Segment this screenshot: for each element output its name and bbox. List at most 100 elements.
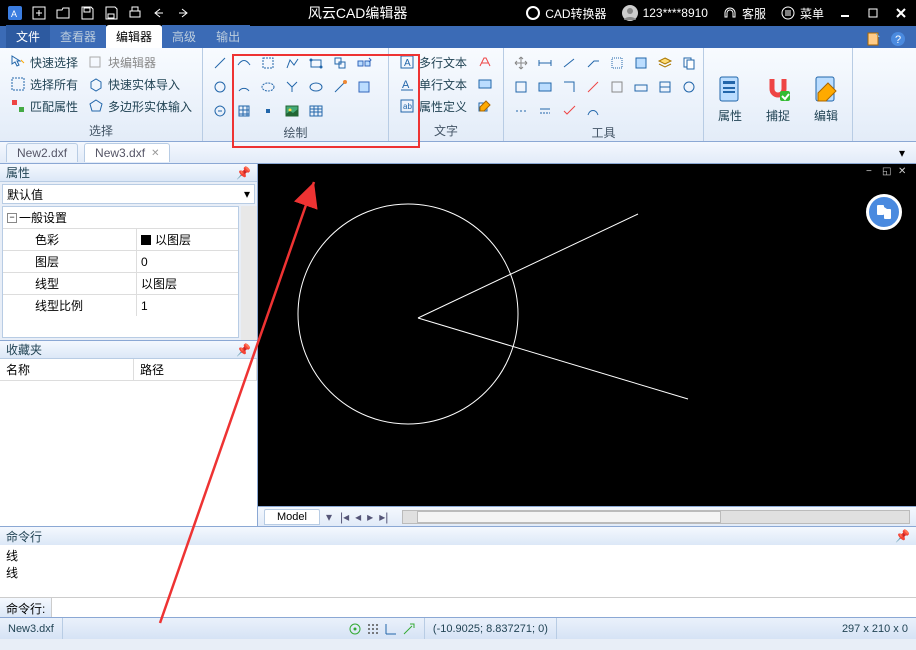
- drawing-canvas[interactable]: − ◱ ✕: [258, 164, 916, 506]
- property-grid[interactable]: −一般设置 色彩以图层 图层0 线型以图层 线型比例1: [2, 206, 239, 338]
- block-editor-button[interactable]: 块编辑器: [84, 52, 196, 72]
- saveas-icon[interactable]: [100, 3, 122, 23]
- block-tool[interactable]: [353, 76, 375, 98]
- tool-g[interactable]: [654, 76, 676, 98]
- polygon-tool[interactable]: [281, 52, 303, 74]
- tool-b[interactable]: [534, 76, 556, 98]
- tool-l[interactable]: [582, 100, 604, 122]
- pan-tool[interactable]: [510, 52, 532, 74]
- fav-col-path[interactable]: 路径: [134, 359, 257, 380]
- select-all-button[interactable]: 选择所有: [6, 74, 82, 94]
- scroll-next-icon[interactable]: ▸: [365, 510, 375, 524]
- chevron-down-icon[interactable]: ▾: [244, 187, 250, 201]
- cad-convert-button[interactable]: CAD转换器: [521, 5, 610, 22]
- tool-a[interactable]: [510, 76, 532, 98]
- open-icon[interactable]: [52, 3, 74, 23]
- stext-button[interactable]: A单行文本: [395, 74, 471, 94]
- redo-icon[interactable]: [172, 3, 194, 23]
- edit-text-button[interactable]: [473, 96, 497, 116]
- close-button[interactable]: [890, 3, 912, 23]
- edit-button[interactable]: 编辑: [804, 52, 848, 141]
- cmd-history[interactable]: 线 线: [0, 545, 916, 597]
- prop-row-ltscale[interactable]: 线型比例1: [3, 294, 238, 316]
- status-snap-icons[interactable]: [340, 618, 425, 639]
- circle-tool[interactable]: [209, 76, 231, 98]
- app-icon[interactable]: A: [4, 3, 26, 23]
- line-tool[interactable]: [209, 52, 231, 74]
- support-button[interactable]: 客服: [718, 5, 770, 22]
- cmd-input[interactable]: [52, 598, 916, 617]
- field-button[interactable]: [473, 74, 497, 94]
- tool-k[interactable]: [558, 100, 580, 122]
- prop-row-linetype[interactable]: 线型以图层: [3, 272, 238, 294]
- undo-icon[interactable]: [148, 3, 170, 23]
- default-combo[interactable]: 默认值▾: [2, 184, 255, 204]
- collapse-icon[interactable]: −: [7, 213, 17, 223]
- dim-aligned-tool[interactable]: [558, 52, 580, 74]
- scroll-first-icon[interactable]: |◂: [338, 510, 351, 524]
- model-tab[interactable]: Model: [264, 509, 320, 525]
- table-tool[interactable]: [305, 100, 327, 122]
- pin-icon[interactable]: 📌: [895, 529, 910, 543]
- quick-select-button[interactable]: 快速选择: [6, 52, 82, 72]
- tool-i[interactable]: [510, 100, 532, 122]
- menu-button[interactable]: 菜单: [776, 5, 828, 22]
- scroll-last-icon[interactable]: ▸|: [377, 510, 390, 524]
- cad-badge-icon[interactable]: [866, 194, 902, 230]
- dim-radius-tool[interactable]: [606, 52, 628, 74]
- ellipse-tool[interactable]: [257, 76, 279, 98]
- canvas-hscrollbar[interactable]: [402, 510, 910, 524]
- tab-viewer[interactable]: 查看器: [50, 25, 106, 48]
- pin-icon[interactable]: 📌: [236, 343, 251, 357]
- tab-scroll-dropdown[interactable]: ▾: [326, 510, 332, 524]
- window-tool[interactable]: [630, 52, 652, 74]
- minimize-button[interactable]: [834, 3, 856, 23]
- move-tool[interactable]: [329, 52, 351, 74]
- tab-file[interactable]: 文件: [6, 25, 50, 48]
- tab-editor[interactable]: 编辑器: [106, 25, 162, 48]
- revision-cloud-tool[interactable]: [209, 100, 231, 122]
- tab-advanced[interactable]: 高级: [162, 25, 206, 48]
- style-icon[interactable]: [864, 30, 884, 48]
- solid-import-button[interactable]: 快速实体导入: [84, 74, 196, 94]
- tool-e[interactable]: [606, 76, 628, 98]
- props-scrollbar[interactable]: [241, 206, 257, 340]
- mtext-button[interactable]: A多行文本: [395, 52, 471, 72]
- tool-d[interactable]: [582, 76, 604, 98]
- category-row[interactable]: −一般设置: [3, 207, 238, 228]
- polyline-tool[interactable]: [257, 52, 279, 74]
- tool-j[interactable]: [534, 100, 556, 122]
- hatch-tool[interactable]: [233, 100, 255, 122]
- new-icon[interactable]: [28, 3, 50, 23]
- prop-row-layer[interactable]: 图层0: [3, 250, 238, 272]
- maximize-button[interactable]: [862, 3, 884, 23]
- point-tool[interactable]: [257, 100, 279, 122]
- tool-h[interactable]: [678, 76, 700, 98]
- copy-tool[interactable]: [678, 52, 700, 74]
- doctabs-dropdown[interactable]: ▾: [894, 145, 910, 161]
- user-button[interactable]: 123****8910: [617, 4, 712, 22]
- doc-tab-2[interactable]: New3.dxf✕: [84, 143, 170, 162]
- leader-tool[interactable]: [582, 52, 604, 74]
- dim-linear-tool[interactable]: [534, 52, 556, 74]
- fav-body[interactable]: [0, 381, 257, 526]
- ray-tool[interactable]: [329, 76, 351, 98]
- fav-col-name[interactable]: 名称: [0, 359, 134, 380]
- snap-button[interactable]: 捕捉: [756, 52, 800, 141]
- arc-tool[interactable]: [233, 76, 255, 98]
- prop-row-color[interactable]: 色彩以图层: [3, 228, 238, 250]
- construction-line-tool[interactable]: [233, 52, 255, 74]
- ellipse-arc-tool[interactable]: [305, 76, 327, 98]
- attdef-button[interactable]: ab属性定义: [395, 96, 471, 116]
- array-tool[interactable]: [353, 52, 375, 74]
- match-props-button[interactable]: 匹配属性: [6, 96, 82, 116]
- doc-tab-1[interactable]: New2.dxf: [6, 143, 78, 162]
- close-tab-icon[interactable]: ✕: [151, 148, 159, 159]
- tool-f[interactable]: [630, 76, 652, 98]
- properties-button[interactable]: 属性: [708, 52, 752, 141]
- spline-tool[interactable]: [281, 76, 303, 98]
- help-icon[interactable]: ?: [888, 30, 908, 48]
- layer-tool[interactable]: [654, 52, 676, 74]
- save-icon[interactable]: [76, 3, 98, 23]
- tool-c[interactable]: [558, 76, 580, 98]
